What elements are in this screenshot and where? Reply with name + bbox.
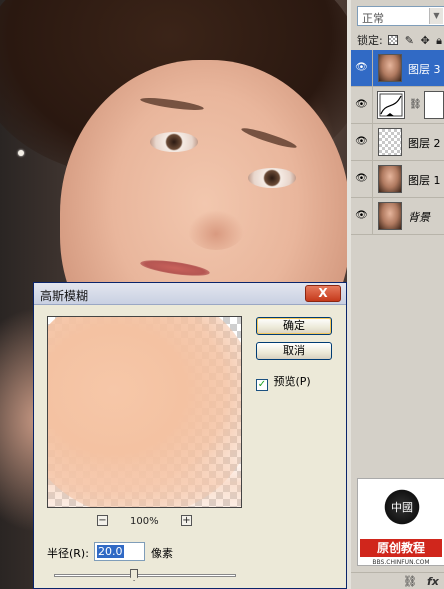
chevron-down-icon[interactable]: ▼ (429, 8, 443, 24)
blend-mode-value: 正常 (362, 12, 384, 25)
layer-name: 背景 (408, 211, 430, 224)
layer-row-background[interactable]: 👁︎ 背景 (351, 198, 444, 235)
layer-mask-thumbnail[interactable] (424, 91, 444, 119)
visibility-eye-icon[interactable]: 👁︎ (351, 161, 373, 197)
link-icon[interactable]: ⛓ (409, 99, 422, 110)
watermark-logo: 中國 原创教程 BBS.CHINFUN.COM (357, 478, 444, 566)
blur-preview[interactable] (47, 316, 242, 508)
radius-unit: 像素 (151, 547, 173, 560)
lock-transparency-icon[interactable] (388, 35, 399, 45)
seal-text: 中國 (391, 501, 413, 514)
nose (188, 210, 244, 250)
close-button[interactable]: X (305, 285, 341, 302)
radius-input[interactable]: 20.0 (94, 542, 145, 561)
earring (18, 150, 24, 156)
visibility-eye-icon[interactable]: 👁︎ (351, 50, 373, 86)
radius-label: 半径(R): (47, 547, 89, 560)
lock-all-icon[interactable]: 🔒︎ (436, 34, 442, 48)
preview-label: 预览(P) (273, 375, 311, 388)
layers-panel: 正常 ▼ 锁定: ✎ ✥ 🔒︎ 👁︎ 图层 3 👁︎ ⛓ 👁︎ 图层 2 👁︎ … (347, 0, 444, 589)
lock-move-icon[interactable]: ✥ (420, 34, 429, 47)
curves-adjustment-icon (377, 91, 405, 119)
radius-slider-track[interactable] (54, 574, 236, 577)
blend-mode-select[interactable]: 正常 ▼ (357, 6, 444, 26)
layer-thumbnail (378, 202, 402, 230)
preview-checkbox-row[interactable]: ✓ 预览(P) (256, 373, 311, 391)
lock-label: 锁定: (357, 34, 383, 47)
layer-row-3[interactable]: 👁︎ 图层 3 (351, 50, 444, 87)
visibility-eye-icon[interactable]: 👁︎ (351, 87, 373, 123)
layer-row-2[interactable]: 👁︎ 图层 2 (351, 124, 444, 161)
lock-paint-icon[interactable]: ✎ (405, 34, 414, 47)
zoom-level: 100% (130, 516, 159, 527)
lock-row: 锁定: ✎ ✥ 🔒︎ (357, 32, 444, 48)
link-icon[interactable]: ⛓ (403, 575, 417, 588)
layers-list: 👁︎ 图层 3 👁︎ ⛓ 👁︎ 图层 2 👁︎ 图层 1 👁︎ 背景 (351, 50, 444, 235)
layer-thumbnail (378, 54, 402, 82)
visibility-eye-icon[interactable]: 👁︎ (351, 198, 373, 234)
preview-blurred-image-lower (48, 457, 241, 507)
gaussian-blur-dialog: 高斯模糊 X − 100% + 确定 取消 ✓ 预览(P) 半径(R): 20.… (33, 282, 347, 589)
radius-slider-thumb[interactable] (130, 569, 139, 581)
layer-name: 图层 2 (408, 137, 441, 150)
ok-button[interactable]: 确定 (256, 317, 332, 335)
zoom-in-button[interactable]: + (181, 515, 192, 526)
right-eye (248, 168, 296, 188)
preview-checkbox[interactable]: ✓ (256, 379, 268, 391)
radius-value: 20.0 (97, 545, 124, 558)
layer-thumbnail (378, 165, 402, 193)
layer-row-curves-adjustment[interactable]: 👁︎ ⛓ (351, 87, 444, 124)
fx-icon[interactable]: fx (427, 575, 439, 588)
dialog-titlebar[interactable]: 高斯模糊 X (34, 283, 346, 305)
cancel-button[interactable]: 取消 (256, 342, 332, 360)
layer-name: 图层 3 (408, 63, 441, 76)
layer-thumbnail (378, 128, 402, 156)
seal-logo: 中國 (382, 487, 422, 527)
left-eye (150, 132, 198, 152)
zoom-out-button[interactable]: − (97, 515, 108, 526)
layer-row-1[interactable]: 👁︎ 图层 1 (351, 161, 444, 198)
panel-footer: ⛓ fx (351, 572, 444, 589)
visibility-eye-icon[interactable]: 👁︎ (351, 124, 373, 160)
dialog-title: 高斯模糊 (40, 289, 89, 303)
logo-banner: 原创教程 (360, 539, 442, 557)
layer-name: 图层 1 (408, 174, 441, 187)
logo-url: BBS.CHINFUN.COM (372, 559, 430, 566)
